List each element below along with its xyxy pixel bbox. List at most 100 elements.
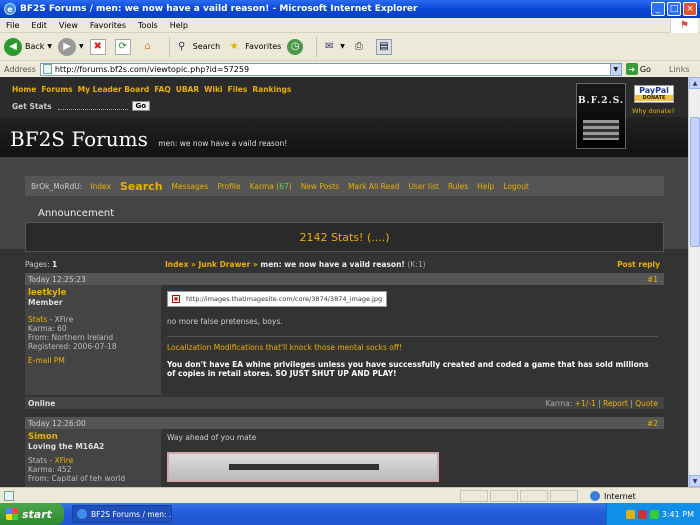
userbar-karma[interactable]: Karma (67) <box>250 182 292 191</box>
vertical-scrollbar[interactable]: ▲ ▼ <box>688 77 700 487</box>
paypal-donate-button[interactable]: PayPal DONATE <box>634 85 674 103</box>
edit-icon: ▤ <box>375 38 392 55</box>
menu-tools[interactable]: Tools <box>138 21 158 30</box>
tray-icon[interactable] <box>649 509 659 519</box>
tray-icon[interactable] <box>625 509 635 519</box>
back-button[interactable]: ◀ Back ▼ <box>4 37 52 56</box>
bf2s-logo[interactable]: B.F.2.S. <box>576 83 626 149</box>
author-name[interactable]: leetkyle <box>28 289 158 298</box>
forward-button[interactable]: ▶ ▼ <box>58 37 84 56</box>
userbar-mark-all-read[interactable]: Mark All Read <box>348 182 399 191</box>
post-header: Today 12:26:00 #2 <box>25 417 664 429</box>
get-stats: Get Stats Go <box>12 101 151 111</box>
stop-button[interactable]: ✖ <box>89 38 109 55</box>
scroll-thumb[interactable] <box>690 117 700 247</box>
address-label: Address <box>4 64 36 74</box>
email-link[interactable]: E-mail <box>28 356 52 365</box>
scroll-up-icon[interactable]: ▲ <box>689 77 700 89</box>
menu-view[interactable]: View <box>59 21 78 30</box>
userbar-profile[interactable]: Profile <box>217 182 240 191</box>
userbar-new-posts[interactable]: New Posts <box>301 182 339 191</box>
crumb-index[interactable]: Index <box>165 260 188 269</box>
userbar-index[interactable]: Index <box>90 182 111 191</box>
forward-arrow-icon: ▶ <box>58 37 77 56</box>
print-icon: ⎙ <box>354 41 363 52</box>
favorites-button[interactable]: ★ Favorites <box>226 39 282 55</box>
userbar-rules[interactable]: Rules <box>448 182 468 191</box>
userbar-help[interactable]: Help <box>477 182 494 191</box>
xfire-link[interactable]: XFire <box>55 456 74 465</box>
crumb-topic: men: we now have a vaild reason! <box>260 259 405 269</box>
search-button[interactable]: ⚲ Search <box>174 39 220 55</box>
mail-button[interactable]: ✉ ▼ <box>321 39 345 55</box>
signature-link[interactable]: Localization Modifications that'll knock… <box>167 343 658 352</box>
announcement-box: 2142 Stats! (....) <box>25 222 664 252</box>
page-content: Home Forums My Leader Board FAQ UBAR Wik… <box>0 77 688 487</box>
chevron-down-icon: ▼ <box>79 43 84 50</box>
stats-input[interactable] <box>57 102 128 110</box>
stats-link[interactable]: Stats <box>28 315 47 324</box>
menu-edit[interactable]: Edit <box>31 21 47 30</box>
userbar-logout[interactable]: Logout <box>503 182 529 191</box>
minimize-button[interactable]: _ <box>651 2 665 16</box>
stats-go-button[interactable]: Go <box>131 101 151 111</box>
forum-subtitle: men: we now have a vaild reason! <box>158 139 288 148</box>
history-button[interactable]: ◷ <box>287 38 306 55</box>
xfire-link[interactable]: XFire <box>55 315 74 324</box>
maximize-button[interactable]: □ <box>667 2 681 16</box>
nav-leader-board[interactable]: My Leader Board <box>78 85 150 94</box>
pm-link[interactable]: PM <box>54 356 65 365</box>
stats-link[interactable]: Stats <box>28 456 47 465</box>
post-number[interactable]: #2 <box>647 419 658 428</box>
userbar-search[interactable]: Search <box>120 180 163 193</box>
print-button[interactable]: ⎙ <box>351 39 370 55</box>
home-button[interactable]: ⌂ <box>140 39 159 55</box>
post-footer: Online Karma: +1/-1 | Report | Quote <box>25 397 664 409</box>
refresh-button[interactable]: ⟳ <box>114 38 134 55</box>
address-input[interactable]: http://forums.bf2s.com/viewtopic.php?id=… <box>39 62 622 76</box>
links-button[interactable]: Links <box>669 65 690 74</box>
go-button[interactable]: ➔ Go <box>625 63 651 75</box>
menu-help[interactable]: Help <box>170 21 188 30</box>
post-body: Way ahead of you mate <box>161 429 664 487</box>
author-name[interactable]: Simon <box>28 433 158 442</box>
why-donate-link[interactable]: Why donate? <box>632 107 675 115</box>
post-number[interactable]: #1 <box>647 275 658 284</box>
menu-favorites[interactable]: Favorites <box>90 21 126 30</box>
nav-files[interactable]: Files <box>228 85 248 94</box>
announcement-text[interactable]: 2142 Stats! (....) <box>299 231 389 244</box>
nav-faq[interactable]: FAQ <box>154 85 170 94</box>
post-reply-link[interactable]: Post reply <box>617 260 660 269</box>
nav-forums[interactable]: Forums <box>41 85 72 94</box>
taskbar-item-ie[interactable]: BF2S Forums / men: ... <box>72 505 172 523</box>
post-body: ✖ http://images.thatimagesite.com/core/3… <box>161 285 664 395</box>
close-button[interactable]: × <box>683 2 697 16</box>
edit-button[interactable]: ▤ <box>375 38 395 55</box>
globe-icon <box>590 491 600 501</box>
nav-home[interactable]: Home <box>12 85 36 94</box>
scroll-down-icon[interactable]: ▼ <box>689 475 700 487</box>
home-icon: ⌂ <box>144 41 151 52</box>
page-number[interactable]: 1 <box>52 260 57 269</box>
chevron-down-icon[interactable]: ▼ <box>609 63 621 75</box>
toolbar: ◀ Back ▼ ▶ ▼ ✖ ⟳ ⌂ ⚲ Search ★ Favorites … <box>0 33 700 61</box>
nav-rankings[interactable]: Rankings <box>252 85 291 94</box>
report-link[interactable]: Report <box>603 399 628 408</box>
quote-link[interactable]: Quote <box>635 399 658 408</box>
post-image <box>167 452 439 482</box>
userbar-messages[interactable]: Messages <box>172 182 209 191</box>
menu-file[interactable]: File <box>6 21 19 30</box>
start-button[interactable]: start <box>0 503 64 525</box>
userbar-user-list[interactable]: User list <box>408 182 439 191</box>
post-author-info: Simon Loving the M16A2 Stats - XFire Kar… <box>25 429 161 487</box>
clock[interactable]: 3:41 PM <box>662 510 694 519</box>
tray-icon[interactable] <box>637 509 647 519</box>
ie-icon: e <box>4 3 16 15</box>
crumb-forum[interactable]: Junk Drawer <box>199 260 251 269</box>
nav-wiki[interactable]: Wiki <box>204 85 222 94</box>
windows-flag-icon <box>6 508 18 520</box>
karma-vote-link[interactable]: +1/-1 <box>575 399 596 408</box>
author-rank: Member <box>28 298 63 307</box>
post-text: Way ahead of you mate <box>167 433 257 442</box>
nav-ubar[interactable]: UBAR <box>176 85 199 94</box>
